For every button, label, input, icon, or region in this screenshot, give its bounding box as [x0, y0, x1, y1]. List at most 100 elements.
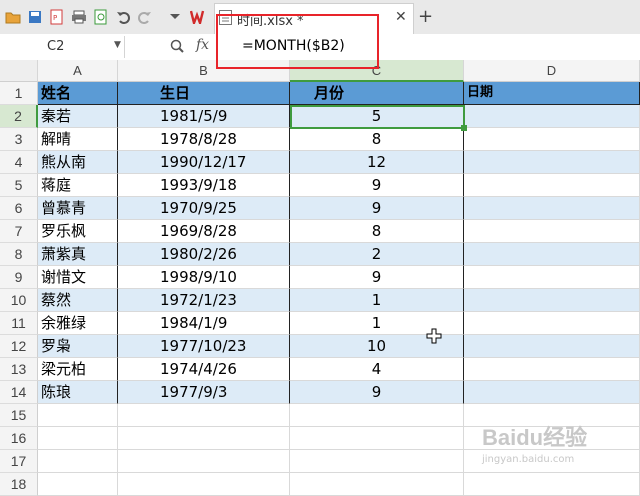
row-header[interactable]: 13: [0, 358, 38, 381]
row-header[interactable]: 6: [0, 197, 38, 220]
row-header[interactable]: 7: [0, 220, 38, 243]
header-cell[interactable]: 日期: [464, 82, 640, 105]
table-cell[interactable]: 1984/1/9: [118, 312, 290, 335]
name-box[interactable]: C2 ▼: [0, 36, 125, 58]
add-tab-icon[interactable]: +: [418, 6, 433, 27]
row-header[interactable]: 14: [0, 381, 38, 404]
table-cell[interactable]: 解晴: [38, 128, 118, 151]
empty-cell[interactable]: [118, 473, 290, 496]
table-cell[interactable]: 1: [290, 289, 464, 312]
print-preview-icon[interactable]: [92, 8, 110, 26]
header-cell[interactable]: 生日: [118, 82, 290, 105]
redo-icon[interactable]: [136, 8, 154, 26]
table-cell[interactable]: 1969/8/28: [118, 220, 290, 243]
fx-icon[interactable]: fx: [196, 37, 209, 53]
empty-cell[interactable]: [464, 335, 640, 358]
empty-cell[interactable]: [464, 312, 640, 335]
empty-cell[interactable]: [464, 473, 640, 496]
table-cell[interactable]: 熊从南: [38, 151, 118, 174]
empty-cell[interactable]: [118, 450, 290, 473]
table-cell[interactable]: 1977/9/3: [118, 381, 290, 404]
table-cell[interactable]: 1978/8/28: [118, 128, 290, 151]
empty-cell[interactable]: [290, 404, 464, 427]
table-cell[interactable]: 1970/9/25: [118, 197, 290, 220]
row-header[interactable]: 16: [0, 427, 38, 450]
zoom-icon[interactable]: [170, 38, 184, 57]
table-cell[interactable]: 陈琅: [38, 381, 118, 404]
table-cell[interactable]: 9: [290, 266, 464, 289]
column-header-a[interactable]: A: [38, 60, 118, 82]
empty-cell[interactable]: [464, 197, 640, 220]
table-cell[interactable]: 1990/12/17: [118, 151, 290, 174]
table-cell[interactable]: 1993/9/18: [118, 174, 290, 197]
row-header[interactable]: 17: [0, 450, 38, 473]
empty-cell[interactable]: [464, 128, 640, 151]
row-header[interactable]: 12: [0, 335, 38, 358]
table-cell[interactable]: 8: [290, 220, 464, 243]
empty-cell[interactable]: [464, 243, 640, 266]
empty-cell[interactable]: [290, 450, 464, 473]
row-header[interactable]: 2: [0, 105, 38, 128]
table-cell[interactable]: 秦若: [38, 105, 118, 128]
row-header[interactable]: 11: [0, 312, 38, 335]
row-header[interactable]: 9: [0, 266, 38, 289]
table-cell[interactable]: 罗乐枫: [38, 220, 118, 243]
print-icon[interactable]: [70, 8, 88, 26]
empty-cell[interactable]: [118, 404, 290, 427]
table-cell[interactable]: 12: [290, 151, 464, 174]
chevron-down-icon[interactable]: ▼: [114, 40, 121, 50]
table-cell[interactable]: 4: [290, 358, 464, 381]
header-cell[interactable]: 月份: [290, 82, 464, 105]
export-pdf-icon[interactable]: P: [48, 8, 66, 26]
empty-cell[interactable]: [290, 427, 464, 450]
table-cell[interactable]: 8: [290, 128, 464, 151]
undo-icon[interactable]: [114, 8, 132, 26]
table-cell[interactable]: 1998/9/10: [118, 266, 290, 289]
wps-logo-icon[interactable]: [190, 8, 208, 26]
empty-cell[interactable]: [118, 427, 290, 450]
row-header[interactable]: 18: [0, 473, 38, 496]
column-header-d[interactable]: D: [464, 60, 640, 82]
table-cell[interactable]: 1972/1/23: [118, 289, 290, 312]
table-cell[interactable]: 蔡然: [38, 289, 118, 312]
table-cell[interactable]: 萧紫真: [38, 243, 118, 266]
row-header[interactable]: 10: [0, 289, 38, 312]
empty-cell[interactable]: [464, 358, 640, 381]
row-header[interactable]: 3: [0, 128, 38, 151]
header-cell[interactable]: 姓名: [38, 82, 118, 105]
empty-cell[interactable]: [464, 381, 640, 404]
table-cell[interactable]: 罗枭: [38, 335, 118, 358]
table-cell[interactable]: 谢惜文: [38, 266, 118, 289]
empty-cell[interactable]: [464, 174, 640, 197]
select-all-corner[interactable]: [0, 60, 38, 82]
table-cell[interactable]: 梁元柏: [38, 358, 118, 381]
table-cell[interactable]: 9: [290, 197, 464, 220]
table-cell[interactable]: 蒋庭: [38, 174, 118, 197]
empty-cell[interactable]: [464, 266, 640, 289]
empty-cell[interactable]: [38, 473, 118, 496]
table-cell[interactable]: 9: [290, 174, 464, 197]
close-icon[interactable]: ✕: [395, 9, 407, 25]
fill-handle[interactable]: [461, 125, 467, 131]
row-header[interactable]: 1: [0, 82, 38, 105]
empty-cell[interactable]: [38, 404, 118, 427]
row-header[interactable]: 8: [0, 243, 38, 266]
empty-cell[interactable]: [464, 151, 640, 174]
chevron-down-icon[interactable]: [166, 8, 184, 26]
empty-cell[interactable]: [464, 289, 640, 312]
open-folder-icon[interactable]: [4, 8, 22, 26]
row-header[interactable]: 15: [0, 404, 38, 427]
table-cell[interactable]: 余雅绿: [38, 312, 118, 335]
row-header[interactable]: 5: [0, 174, 38, 197]
table-cell[interactable]: 1977/10/23: [118, 335, 290, 358]
empty-cell[interactable]: [464, 105, 640, 128]
empty-cell[interactable]: [38, 450, 118, 473]
empty-cell[interactable]: [290, 473, 464, 496]
table-cell[interactable]: 1980/2/26: [118, 243, 290, 266]
row-header[interactable]: 4: [0, 151, 38, 174]
table-cell[interactable]: 1974/4/26: [118, 358, 290, 381]
table-cell[interactable]: 2: [290, 243, 464, 266]
empty-cell[interactable]: [464, 220, 640, 243]
table-cell[interactable]: 1981/5/9: [118, 105, 290, 128]
table-cell[interactable]: 曾慕青: [38, 197, 118, 220]
